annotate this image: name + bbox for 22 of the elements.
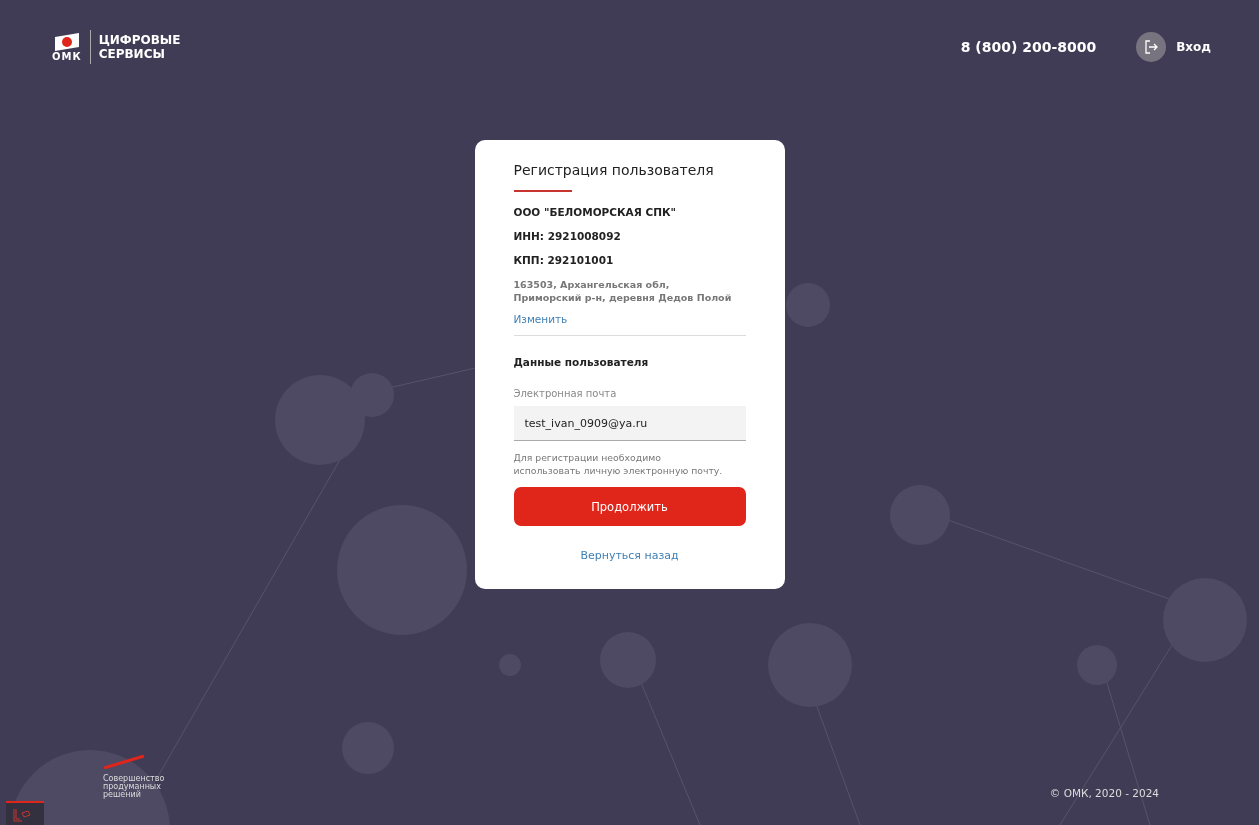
company-name: ООО "БЕЛОМОРСКАЯ СПК" [513, 206, 677, 218]
tagline: Совершенство продуманных решений [103, 775, 165, 799]
kpp-text: КПП: 292101001 [513, 254, 615, 266]
email-field[interactable]: test_ivan_0909@ya.ru [513, 406, 746, 441]
change-link[interactable]: Изменить [513, 313, 746, 325]
slash-icon [103, 755, 145, 769]
card-title: Регистрация пользователя [513, 162, 715, 178]
continue-button[interactable]: Продолжить [513, 487, 746, 526]
login-link[interactable]: Вход [1136, 32, 1211, 62]
logo-abbreviation: ОМК [52, 50, 82, 62]
logo-text: ЦИФРОВЫЕ СЕРВИСЫ [98, 33, 181, 61]
login-icon [1136, 32, 1167, 62]
bubble-shape [786, 283, 830, 327]
back-link[interactable]: Вернуться назад [580, 549, 679, 562]
copyright: © ОМК, 2020 - 2024 [1049, 787, 1159, 799]
email-hint: Для регистрации необходимо использовать личную электронную почту. [513, 451, 724, 477]
inn-text: ИНН: 2921008092 [513, 230, 622, 242]
company-address: 163503, Архангельская обл, Приморский р-н, деревня Дедов Полой [513, 278, 733, 304]
logo-icon [52, 32, 81, 51]
section-title: Данные пользователя [513, 356, 650, 368]
field-label: Электронная почта [513, 388, 618, 399]
phone-number: 8 (800) 200-8000 [960, 39, 1097, 55]
